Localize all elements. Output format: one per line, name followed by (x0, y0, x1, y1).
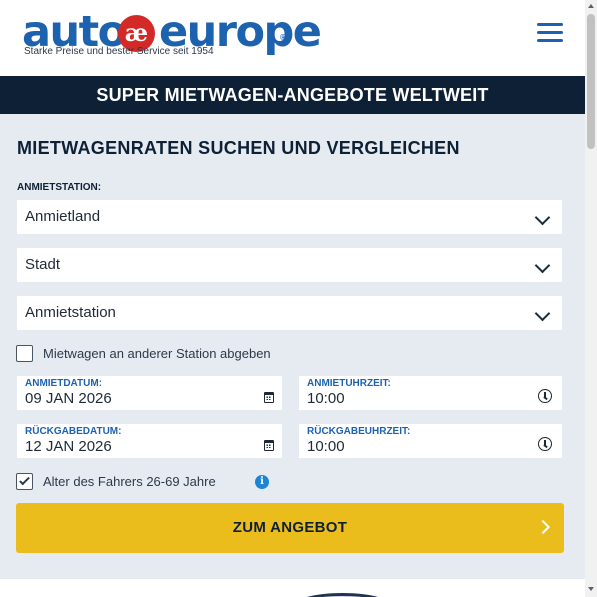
country-select-value: Anmietland (25, 208, 101, 225)
chevron-down-icon (534, 257, 551, 274)
scroll-up-arrow-icon[interactable] (588, 4, 594, 8)
return-time-field[interactable]: RÜCKGABEUHRZEIT: 10:00 (299, 424, 562, 458)
page-scrollbar[interactable] (585, 0, 597, 597)
chevron-down-icon (534, 305, 551, 322)
auto-europe-logo[interactable]: auto æ europe ® (22, 6, 322, 66)
logo-registered-mark: ® (280, 33, 286, 42)
pickup-date-label: ANMIETDATUM: (25, 378, 103, 389)
driver-age-checkbox-row[interactable]: Alter des Fahrers 26-69 Jahre (16, 473, 246, 491)
calendar-icon[interactable] (264, 440, 274, 451)
submit-offer-button[interactable]: ZUM ANGEBOT (16, 503, 564, 553)
offers-banner: SUPER MIETWAGEN-ANGEBOTE WELTWEIT (0, 76, 585, 114)
country-select[interactable]: Anmietland (17, 200, 562, 234)
page: auto æ europe ® Starke Preise und bester… (0, 0, 597, 597)
pickup-date-field[interactable]: ANMIETDATUM: 09 JAN 2026 (17, 376, 282, 410)
scrollbar-thumb[interactable] (587, 14, 595, 149)
form-title: MIETWAGENRATEN SUCHEN UND VERGLEICHEN (17, 138, 460, 158)
pickup-time-value: 10:00 (307, 390, 345, 407)
checkmark-icon (19, 474, 30, 486)
return-time-label: RÜCKGABEUHRZEIT: (307, 426, 411, 437)
city-select-value: Stadt (25, 256, 61, 273)
driver-age-label: Alter des Fahrers 26-69 Jahre (43, 474, 216, 489)
return-time-value: 10:00 (307, 438, 345, 455)
pickup-date-value: 09 JAN 2026 (25, 390, 112, 407)
hamburger-menu-icon[interactable] (537, 20, 565, 46)
menu-bar-top (537, 23, 563, 26)
driver-age-checkbox[interactable] (16, 473, 33, 490)
pickup-time-field[interactable]: ANMIETUHRZEIT: 10:00 (299, 376, 562, 410)
pickup-time-label: ANMIETUHRZEIT: (307, 378, 391, 389)
menu-bar-bottom (537, 39, 563, 42)
submit-offer-label: ZUM ANGEBOT (232, 519, 348, 536)
clock-icon[interactable] (538, 437, 552, 451)
different-return-label: Mietwagen an anderer Station abgeben (43, 346, 271, 361)
pickup-station-label: ANMIETSTATION: (17, 182, 102, 193)
return-date-label: RÜCKGABEDATUM: (25, 426, 122, 437)
logo-tagline: Starke Preise und bester Service seit 19… (24, 46, 214, 57)
return-date-field[interactable]: RÜCKGABEDATUM: 12 JAN 2026 (17, 424, 282, 458)
different-return-checkbox-row[interactable]: Mietwagen an anderer Station abgeben (16, 345, 316, 363)
scroll-down-arrow-icon[interactable] (588, 587, 594, 591)
menu-bar-middle (537, 31, 563, 34)
search-form: MIETWAGENRATEN SUCHEN UND VERGLEICHEN AN… (0, 114, 585, 579)
site-header: auto æ europe ® Starke Preise und bester… (0, 0, 585, 76)
station-select-value: Anmietstation (25, 304, 116, 321)
calendar-icon[interactable] (264, 392, 274, 403)
station-select[interactable]: Anmietstation (17, 296, 562, 330)
different-return-checkbox[interactable] (16, 345, 33, 362)
city-select[interactable]: Stadt (17, 248, 562, 282)
bottom-strip (0, 579, 585, 597)
chevron-down-icon (534, 209, 551, 226)
car-image (290, 593, 395, 597)
return-date-value: 12 JAN 2026 (25, 438, 112, 455)
clock-icon[interactable] (538, 389, 552, 403)
info-icon[interactable]: i (255, 475, 269, 489)
